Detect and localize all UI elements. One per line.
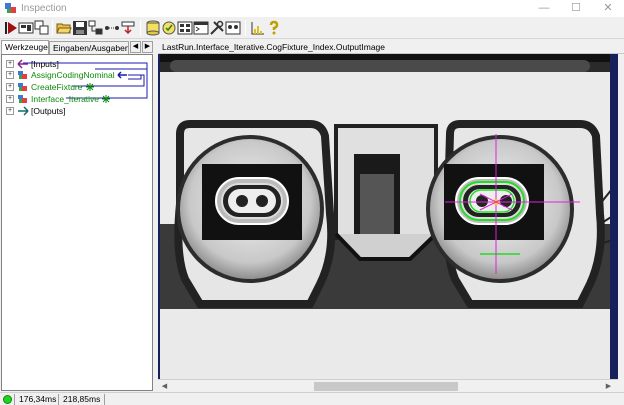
link-star-icon [102,94,111,103]
tab-scroll-left-button[interactable]: ◀ [130,41,141,53]
tool-icon [18,82,27,91]
save-icon[interactable] [72,20,88,36]
terminal-icon[interactable] [193,20,209,36]
tab-werkzeuge[interactable]: Werkzeuge [1,40,49,54]
left-tab-strip: Werkzeuge Eingaben/Ausgaben ◀ ▶ [0,40,157,54]
close-button[interactable]: ✕ [594,0,622,17]
tools-icon[interactable] [34,20,50,36]
arrow-left-icon [117,70,127,79]
tree-label-interface-iterative: Interface_Iterative [31,93,100,104]
tree-icon[interactable] [88,20,104,36]
horizontal-scrollbar[interactable]: ◀ ▶ [158,379,618,392]
scroll-thumb[interactable] [314,382,458,391]
image-header: LastRun.Interface_Iterative.CogFixture_I… [158,40,624,54]
tab-eingaben-ausgaben[interactable]: Eingaben/Ausgaben [49,41,129,54]
tree-label-assign-coding-nominal: AssignCodingNominal [31,69,115,80]
image-viewer[interactable] [158,54,618,379]
arrow-left-icon [17,58,28,69]
tree-item-outputs[interactable]: + [Outputs] [6,105,66,116]
window-title: Inspection [21,3,67,14]
tool-tree: + [Inputs] + AssignCodingNominal + Creat… [1,54,153,391]
scroll-right-button[interactable]: ▶ [604,382,613,391]
inspection-image [160,54,616,379]
status-time-1: 176,34ms [14,394,60,405]
expander[interactable]: + [6,70,14,79]
tree-item-assign-coding-nominal[interactable]: + AssignCodingNominal [6,69,128,80]
scroll-left-button[interactable]: ◀ [160,382,169,391]
expander[interactable]: + [6,106,14,115]
chart-icon[interactable] [250,20,266,36]
link-star-icon [85,82,94,91]
tree-label-outputs: [Outputs] [31,105,66,116]
status-led-icon [3,395,12,404]
minimize-button[interactable]: — [530,0,558,17]
arrow-right-icon [18,105,29,116]
status-bar: 176,34ms 218,85ms [0,392,624,405]
tree-label-create-fixture: CreateFixture [31,81,83,92]
image-source-label: LastRun.Interface_Iterative.CogFixture_I… [162,42,386,52]
expander[interactable]: + [6,59,14,68]
open-icon[interactable] [56,20,72,36]
tree-label-inputs: [Inputs] [31,58,59,69]
tree-item-interface-iterative[interactable]: + Interface_Iterative [6,93,111,104]
display-icon[interactable] [18,20,34,36]
tool-icon [18,94,27,103]
maximize-button[interactable]: ☐ [562,0,590,17]
vertical-scrollbar[interactable] [610,54,618,379]
run-icon[interactable] [3,20,19,36]
inspection-window: Inspection — ☐ ✕ Werkzeuge Eingaben/Ausg… [0,0,624,405]
toolbar [0,17,624,39]
database-icon[interactable] [145,20,161,36]
wrench-icon[interactable] [209,20,225,36]
image-icon[interactable] [225,20,241,36]
tree-item-inputs[interactable]: + [Inputs] [6,58,59,69]
results-icon[interactable] [161,20,177,36]
tool-icon [18,70,27,79]
status-time-2: 218,85ms [58,394,104,405]
help-icon[interactable] [266,20,282,36]
expander[interactable]: + [6,82,14,91]
expander[interactable]: + [6,94,14,103]
app-icon [5,3,16,13]
io-icon[interactable] [120,20,136,36]
tree-item-create-fixture[interactable]: + CreateFixture [6,81,95,92]
status-empty [104,394,624,405]
title-bar: Inspection — ☐ ✕ [0,0,624,17]
link-icon[interactable] [104,20,120,36]
grid-icon[interactable] [177,20,193,36]
tab-scroll-right-button[interactable]: ▶ [142,41,153,53]
